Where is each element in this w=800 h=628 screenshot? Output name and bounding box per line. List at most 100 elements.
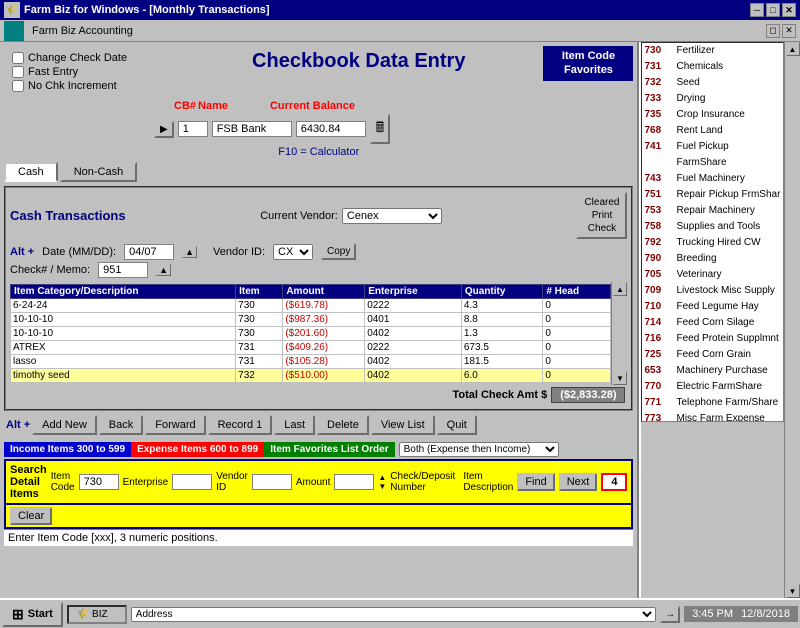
- favorites-list-item[interactable]: 753Repair Machinery: [642, 203, 783, 219]
- vendor-id-label: Vendor ID:: [213, 246, 265, 258]
- cell-amount: ($510.00): [283, 369, 365, 383]
- scroll-down-arrow[interactable]: ▼: [613, 371, 627, 385]
- cash-section-title: Cash Transactions: [10, 208, 126, 223]
- vendor-name-select[interactable]: Cenex: [342, 208, 442, 224]
- vendor-id-search-label: Vendor ID: [216, 471, 248, 493]
- fav-code: 790: [644, 251, 672, 267]
- fav-code: 771: [644, 395, 672, 411]
- favorites-scrollbar[interactable]: ▲ ▼: [784, 42, 800, 598]
- fav-name: Livestock Misc Supply: [676, 283, 781, 299]
- calculator-icon-button[interactable]: 🖩: [370, 114, 390, 144]
- favorites-list-item[interactable]: 735Crop Insurance: [642, 107, 783, 123]
- cleared-print-check-button[interactable]: ClearedPrintCheck: [576, 192, 627, 239]
- cell-category: timothy seed: [11, 369, 236, 383]
- menu-close-button[interactable]: ✕: [782, 24, 796, 38]
- no-chk-increment-checkbox[interactable]: [12, 80, 24, 92]
- favorites-list-item[interactable]: 733Drying: [642, 91, 783, 107]
- minimize-button[interactable]: ─: [750, 3, 764, 17]
- col-amount: Amount: [283, 285, 365, 299]
- favorites-list-item[interactable]: 743Fuel Machinery: [642, 171, 783, 187]
- next-button[interactable]: Next: [559, 473, 598, 491]
- favorites-list-item[interactable]: 714Feed Corn Silage: [642, 315, 783, 331]
- last-button[interactable]: Last: [274, 415, 315, 435]
- delete-button[interactable]: Delete: [317, 415, 369, 435]
- change-check-date-label: Change Check Date: [28, 52, 127, 64]
- play-button[interactable]: ▶: [154, 121, 174, 138]
- favorites-list-item[interactable]: 792Trucking Hired CW: [642, 235, 783, 251]
- check-memo-input[interactable]: [98, 262, 148, 278]
- scroll-up-arrow[interactable]: ▲: [613, 282, 627, 296]
- cell-amount: ($619.78): [283, 299, 365, 313]
- vendor-id-search-input[interactable]: [252, 474, 292, 490]
- favorites-list-item[interactable]: 741Fuel Pickup FarmShare: [642, 139, 783, 171]
- amount-search-input[interactable]: [334, 474, 374, 490]
- favorites-list-item[interactable]: 653Machinery Purchase: [642, 363, 783, 379]
- favorites-list-item[interactable]: 709Livestock Misc Supply: [642, 283, 783, 299]
- current-vendor-label: Current Vendor:: [260, 210, 338, 222]
- cell-quantity: 673.5: [461, 341, 542, 355]
- favorites-list-item[interactable]: 731Chemicals: [642, 59, 783, 75]
- favorites-list-item[interactable]: 732Seed: [642, 75, 783, 91]
- address-go-button[interactable]: →: [660, 606, 680, 623]
- table-row[interactable]: lasso 731 ($105.28) 0402 181.5 0: [11, 355, 611, 369]
- favorites-list-item[interactable]: 770Electric FarmShare: [642, 379, 783, 395]
- table-row[interactable]: ATREX 731 ($409.26) 0222 673.5 0: [11, 341, 611, 355]
- maximize-button[interactable]: □: [766, 3, 780, 17]
- favorites-list-item[interactable]: 771Telephone Farm/Share: [642, 395, 783, 411]
- favorites-list-item[interactable]: 710Feed Legume Hay: [642, 299, 783, 315]
- favorites-list-item[interactable]: 768Rent Land: [642, 123, 783, 139]
- fav-name: Repair Machinery: [676, 203, 781, 219]
- fav-name: Breeding: [676, 251, 781, 267]
- add-new-button[interactable]: Add New: [32, 415, 97, 435]
- fav-code: 753: [644, 203, 672, 219]
- taskbar-app-item[interactable]: 🌾 BIZ: [67, 605, 127, 624]
- record1-button[interactable]: Record 1: [208, 415, 273, 435]
- fav-scroll-down[interactable]: ▼: [786, 584, 800, 598]
- table-row[interactable]: timothy seed 732 ($510.00) 0402 6.0 0: [11, 369, 611, 383]
- favorites-list-item[interactable]: 751Repair Pickup FrmShar: [642, 187, 783, 203]
- address-bar[interactable]: Address: [131, 607, 656, 622]
- favorites-list-item[interactable]: 716Feed Protein Supplmnt: [642, 331, 783, 347]
- fast-entry-checkbox[interactable]: [12, 66, 24, 78]
- forward-button[interactable]: Forward: [145, 415, 205, 435]
- favorites-list-item[interactable]: 773Misc Farm Expense: [642, 411, 783, 422]
- fav-code: 653: [644, 363, 672, 379]
- favorites-list-item[interactable]: 730Fertilizer: [642, 43, 783, 59]
- favorites-list-item[interactable]: 790Breeding: [642, 251, 783, 267]
- table-row[interactable]: 10-10-10 730 ($201.60) 0402 1.3 0: [11, 327, 611, 341]
- back-button[interactable]: Back: [99, 415, 143, 435]
- table-row[interactable]: 10-10-10 730 ($987.36) 0401 8.8 0: [11, 313, 611, 327]
- date-up-arrow[interactable]: ▲: [182, 246, 197, 258]
- find-button[interactable]: Find: [517, 473, 554, 491]
- alt-label: Alt +: [10, 246, 34, 258]
- name-label: Name: [198, 100, 228, 112]
- date-input[interactable]: [124, 244, 174, 260]
- favorites-list-item[interactable]: 705Veterinary: [642, 267, 783, 283]
- close-button[interactable]: ✕: [782, 3, 796, 17]
- copy-button[interactable]: Copy: [321, 243, 356, 260]
- favorites-list-item[interactable]: 725Feed Corn Grain: [642, 347, 783, 363]
- tab-noncash[interactable]: Non-Cash: [60, 162, 138, 182]
- enterprise-search-input[interactable]: [172, 474, 212, 490]
- table-scrollbar[interactable]: ▲ ▼: [611, 282, 627, 385]
- start-button[interactable]: ⊞ Start: [2, 602, 63, 627]
- favorites-order-select[interactable]: Both (Expense then Income): [399, 442, 559, 457]
- fav-code: 732: [644, 75, 672, 91]
- tab-cash[interactable]: Cash: [4, 162, 58, 182]
- favorites-list-item[interactable]: 758Supplies and Tools: [642, 219, 783, 235]
- check-up-arrow[interactable]: ▲: [156, 264, 171, 276]
- view-list-button[interactable]: View List: [371, 415, 435, 435]
- total-label: Total Check Amt $: [452, 389, 547, 401]
- cb-number-input[interactable]: [178, 121, 208, 137]
- item-code-search-input[interactable]: [79, 474, 119, 490]
- cell-amount: ($201.60): [283, 327, 365, 341]
- fav-scroll-up[interactable]: ▲: [786, 42, 800, 56]
- table-row[interactable]: 6-24-24 730 ($619.78) 0222 4.3 0: [11, 299, 611, 313]
- vendor-id-select[interactable]: CX: [273, 244, 313, 260]
- bank-name-input[interactable]: [212, 121, 292, 137]
- balance-input[interactable]: [296, 121, 366, 137]
- clear-button[interactable]: Clear: [10, 507, 52, 525]
- menu-restore-button[interactable]: ◻: [766, 24, 780, 38]
- quit-button[interactable]: Quit: [437, 415, 477, 435]
- change-check-date-checkbox[interactable]: [12, 52, 24, 64]
